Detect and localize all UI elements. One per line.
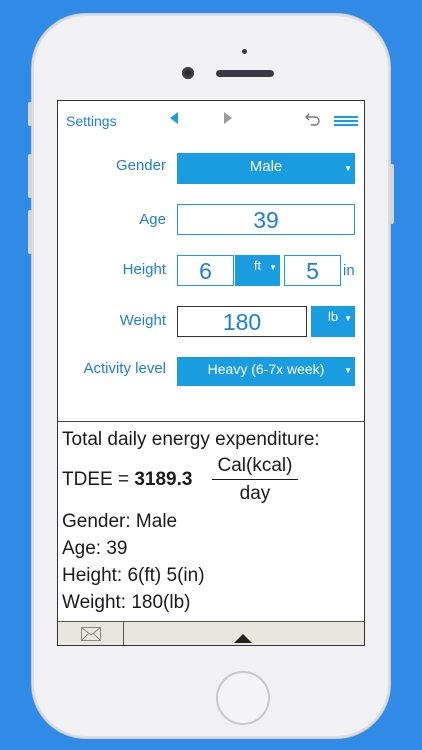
expand-up-icon[interactable] — [234, 630, 252, 645]
envelope-icon — [81, 627, 101, 645]
app-screen: Settings Gender Male ▼ Age 39 Height 6 f… — [57, 100, 365, 646]
settings-button[interactable]: Settings — [66, 113, 117, 129]
menu-icon[interactable] — [334, 113, 358, 131]
gender-value: Male — [249, 158, 283, 175]
weight-unit-value: lb — [327, 309, 339, 324]
email-button[interactable] — [58, 622, 124, 645]
age-input[interactable]: 39 — [177, 204, 355, 235]
activity-value: Heavy (6-7x week) — [207, 361, 325, 377]
undo-icon[interactable] — [304, 110, 322, 133]
caret-down-icon: ▼ — [269, 263, 277, 272]
weight-value: 180 — [222, 309, 262, 335]
gender-label: Gender — [115, 157, 166, 174]
earpiece-speaker — [216, 70, 274, 77]
proximity-sensor — [242, 49, 247, 54]
next-icon[interactable] — [223, 111, 233, 130]
height-feet-value: 6 — [199, 258, 212, 284]
volume-up-button — [28, 154, 32, 198]
age-label: Age — [139, 211, 166, 228]
gender-select[interactable]: Male ▼ — [177, 153, 355, 184]
front-camera — [182, 67, 194, 79]
top-bar: Settings — [58, 101, 364, 139]
tdee-value: 3189.3 — [134, 469, 193, 490]
silent-switch — [28, 102, 32, 126]
previous-icon[interactable] — [169, 111, 179, 130]
inch-unit-label: in — [343, 262, 355, 279]
bottom-toolbar — [58, 621, 364, 645]
caret-down-icon: ▼ — [344, 314, 352, 323]
height-inches-value: 5 — [306, 258, 319, 284]
weight-label: Weight — [119, 312, 166, 329]
height-unit-select[interactable]: ft ▼ — [235, 255, 280, 286]
height-label: Height — [122, 261, 166, 278]
unit-numerator: Cal(kcal) — [212, 455, 298, 480]
height-inches-input[interactable]: 5 — [284, 255, 341, 286]
weight-input[interactable]: 180 — [177, 306, 307, 337]
height-unit-value: ft — [253, 258, 262, 273]
tdee-unit-fraction: Cal(kcal) day — [212, 455, 298, 505]
activity-select[interactable]: Heavy (6-7x week) ▼ — [177, 357, 355, 386]
results-heading: Total daily energy expenditure: — [62, 429, 320, 450]
section-divider — [58, 421, 364, 422]
unit-denominator: day — [239, 483, 271, 504]
weight-unit-select[interactable]: lb ▼ — [311, 306, 355, 337]
caret-down-icon: ▼ — [344, 164, 352, 173]
tdee-prefix: TDEE = — [62, 469, 135, 490]
height-feet-input[interactable]: 6 — [177, 255, 234, 286]
volume-down-button — [28, 210, 32, 254]
gender-result: Gender: Male — [62, 511, 178, 532]
age-result: Age: 39 — [62, 538, 128, 559]
weight-result: Weight: 180(lb) — [62, 592, 191, 613]
caret-down-icon: ▼ — [344, 366, 352, 375]
height-result: Height: 6(ft) 5(in) — [62, 565, 205, 586]
power-button — [390, 164, 394, 224]
tdee-line: TDEE = 3189.3 — [62, 469, 192, 491]
activity-label: Activity level — [83, 360, 166, 377]
home-button[interactable] — [216, 671, 270, 725]
age-value: 39 — [253, 207, 279, 233]
